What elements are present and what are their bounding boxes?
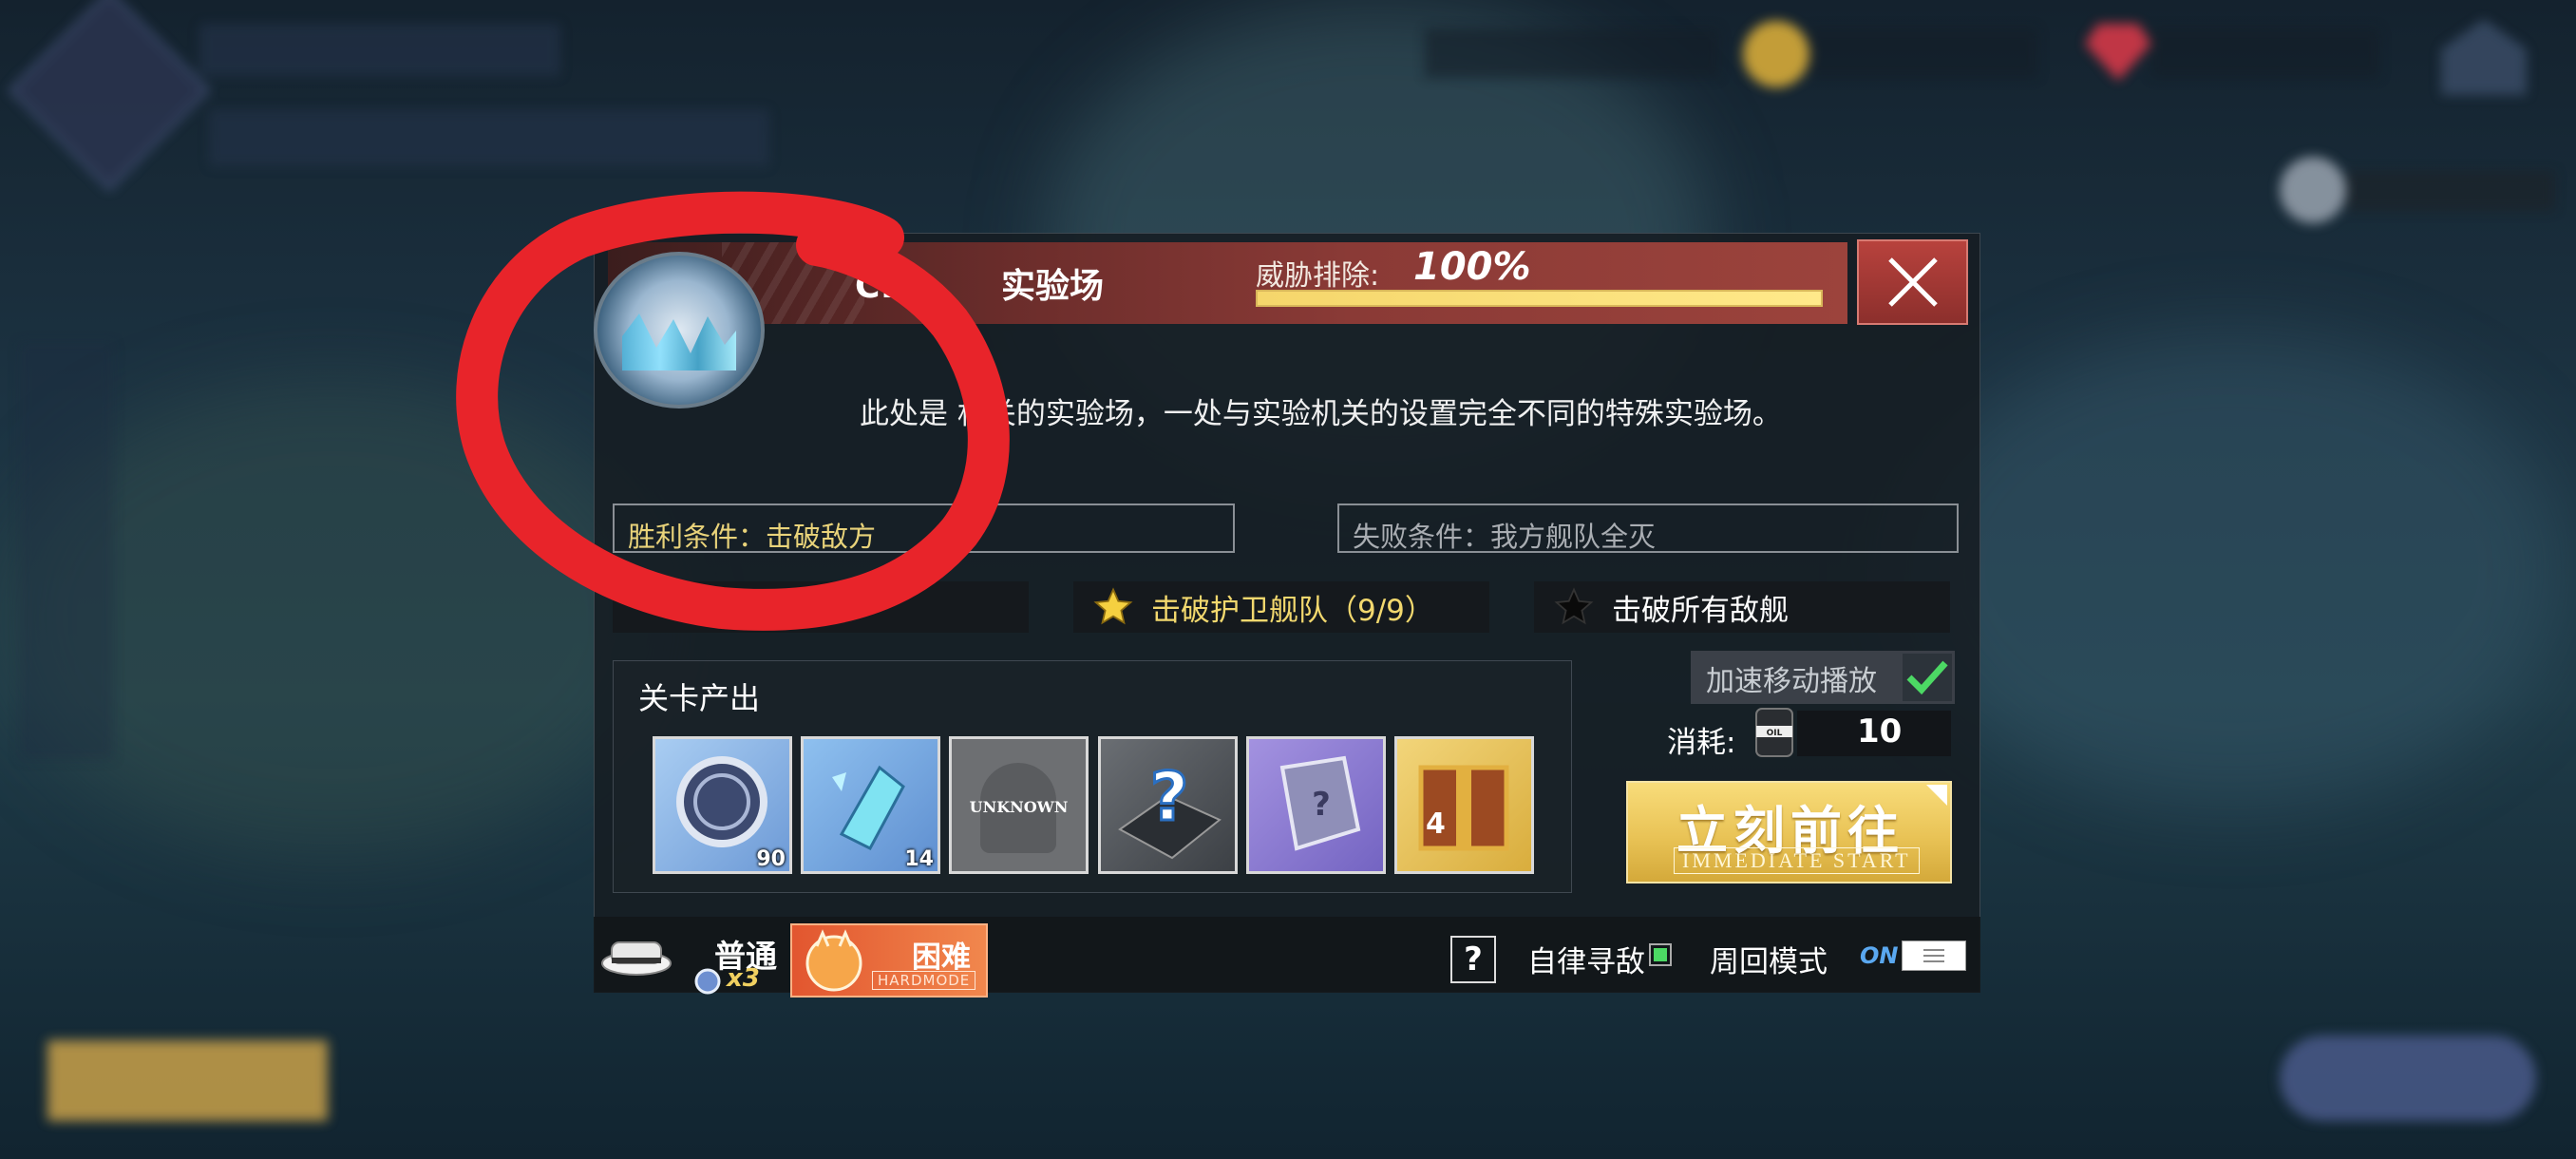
objective-text: 击破护卫舰队（9/9） <box>1151 593 1434 628</box>
item-count: 14 <box>904 847 934 871</box>
tech-box-icon <box>1418 765 1509 851</box>
officer-cap-icon <box>601 941 672 976</box>
drop-item-question[interactable]: ? <box>1098 736 1238 874</box>
drop-item-unknown[interactable]: UNKNOWN <box>949 736 1089 874</box>
background-title-bar <box>199 24 560 76</box>
threat-label: 威胁排除: <box>1256 259 1380 293</box>
tech-box-tier: 4 <box>1426 808 1446 841</box>
speed-label: 加速移动播放 <box>1706 665 1877 698</box>
oil-resource <box>1425 28 1719 78</box>
failure-condition: 失败条件：我方舰队全灭 <box>1337 504 1959 553</box>
auto-search-checkbox[interactable] <box>1649 943 1672 966</box>
difficulty-hard-label: 困难 <box>912 940 971 975</box>
drop-item-book[interactable]: ? <box>1246 736 1386 874</box>
drops-title: 关卡产出 <box>638 680 761 716</box>
commander-bar <box>2346 171 2555 211</box>
item-count: 90 <box>756 847 786 871</box>
help-button[interactable]: ? <box>1450 936 1496 983</box>
cost-label: 消耗: <box>1667 726 1736 760</box>
svg-text:OIL: OIL <box>1767 729 1783 738</box>
threat-progress-bar <box>1256 290 1823 307</box>
threat-value: 100% <box>1413 245 1531 289</box>
close-button[interactable] <box>1857 239 1968 325</box>
close-icon <box>1887 257 1938 307</box>
commander-avatar[interactable] <box>2280 157 2346 223</box>
hardmode-sublabel: HARDMODE <box>872 971 976 990</box>
weigh-anchor-button[interactable] <box>2280 1036 2536 1121</box>
oil-barrel-icon: OIL <box>1755 708 1793 757</box>
background-subtitle-bar <box>209 109 769 166</box>
normal-multiplier: x3 <box>727 964 760 993</box>
gold-coin-icon <box>1743 21 1809 87</box>
drop-item-coin[interactable]: 90 <box>653 736 792 874</box>
coin-small-icon <box>694 968 721 995</box>
stage-title: C1 实验场 <box>855 267 1105 306</box>
auto-search-label: 自律寻敌 <box>1527 945 1645 979</box>
gold-resource <box>1809 28 2037 78</box>
objective-2: 击破护卫舰队（9/9） <box>1073 581 1489 633</box>
mystery-book-icon: ? <box>1279 755 1361 851</box>
svg-text:?: ? <box>1312 786 1331 824</box>
loop-mode-state: ON <box>1860 942 1899 969</box>
boss-avatar <box>594 252 765 408</box>
objective-3: 击破所有敌舰 <box>1534 581 1950 633</box>
check-icon <box>1906 660 1948 695</box>
gold-star-icon <box>1093 587 1133 625</box>
dark-star-icon <box>1554 587 1594 625</box>
objective-text: 敌舰 <box>727 593 786 628</box>
start-sublabel: IMMEDIATE START <box>1674 847 1920 874</box>
drop-item-techbox[interactable]: 4 <box>1394 736 1534 874</box>
unknown-label: UNKNOWN <box>969 798 1069 816</box>
gem-icon <box>2085 24 2151 81</box>
loop-mode-label: 周回模式 <box>1710 945 1828 979</box>
gem-resource <box>2151 28 2379 78</box>
objective-1: 敌舰 <box>613 581 1029 633</box>
svg-text:?: ? <box>1150 758 1189 836</box>
question-card-icon: ? <box>1118 757 1222 860</box>
side-menu <box>19 342 114 760</box>
cost-value: 10 <box>1857 712 1903 750</box>
objective-text: 击破所有敌舰 <box>1612 593 1789 628</box>
stage-description: 此处是 机关的实验场，一处与实验机关的设置完全不同的特殊实验场。 <box>860 397 1782 431</box>
loop-mode-toggle[interactable] <box>1902 940 1966 971</box>
home-icon[interactable] <box>2441 19 2527 95</box>
drop-item-crystal[interactable]: 14 <box>801 736 940 874</box>
back-arrow-button[interactable] <box>8 0 211 192</box>
hard-mode-emblem-icon <box>805 929 862 992</box>
speed-checkbox[interactable] <box>1903 654 1952 701</box>
victory-condition: 胜利条件：击破敌方 <box>613 504 1235 553</box>
strategy-button[interactable] <box>47 1040 328 1121</box>
